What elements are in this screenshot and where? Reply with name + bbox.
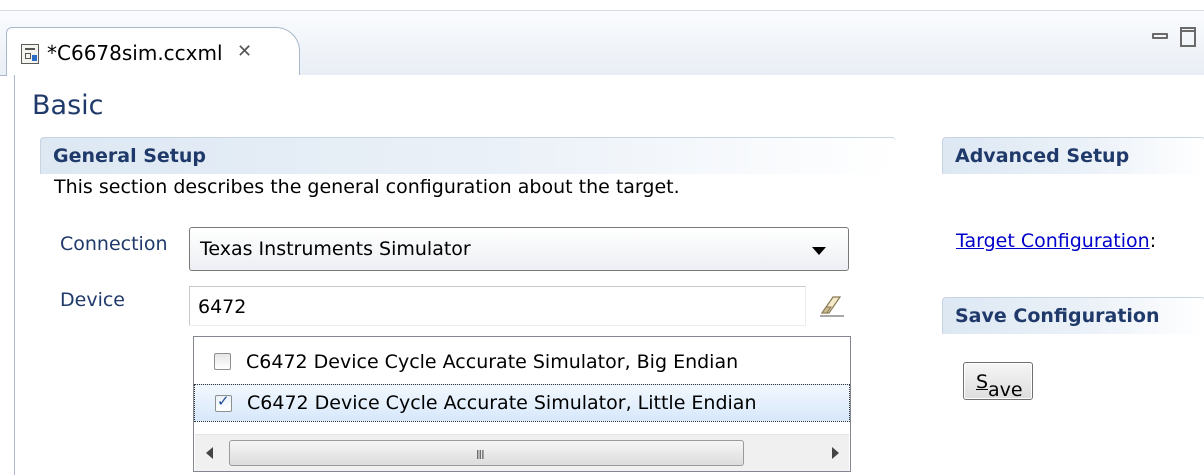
horizontal-scrollbar[interactable]: III: [195, 434, 849, 471]
general-setup-title: General Setup: [53, 145, 206, 167]
save-configuration-title: Save Configuration: [955, 305, 1160, 327]
save-button-label-rest: ave: [988, 379, 1023, 401]
general-setup-description: This section describes the general confi…: [54, 176, 680, 198]
device-list: C6472 Device Cycle Accurate Simulator, B…: [193, 336, 851, 472]
checkbox-little-endian[interactable]: [215, 392, 232, 412]
list-item-selected[interactable]: C6472 Device Cycle Accurate Simulator, L…: [194, 384, 850, 422]
device-filter-value: 6472: [198, 296, 247, 318]
editor-tab-title: *C6678sim.ccxml: [47, 41, 223, 65]
general-setup-header: General Setup: [40, 137, 896, 174]
save-button-mnemonic: S: [976, 371, 989, 393]
target-configuration-link-row: Target Configuration:: [956, 230, 1156, 252]
save-configuration-header: Save Configuration: [942, 297, 1204, 334]
minimize-icon[interactable]: [1152, 33, 1168, 39]
device-option-label: C6472 Device Cycle Accurate Simulator, L…: [247, 392, 757, 414]
editor-tab[interactable]: *C6678sim.ccxml ✕: [6, 27, 300, 76]
scroll-left-icon[interactable]: [206, 447, 213, 459]
page-title: Basic: [32, 90, 104, 121]
editor-tab-bar: *C6678sim.ccxml ✕: [0, 11, 1204, 76]
connection-label: Connection: [60, 233, 168, 255]
connection-select[interactable]: Texas Instruments Simulator: [189, 227, 849, 271]
top-strip: [0, 0, 1204, 10]
advanced-setup-title: Advanced Setup: [955, 145, 1130, 167]
close-icon[interactable]: ✕: [237, 41, 252, 62]
list-item[interactable]: C6472 Device Cycle Accurate Simulator, B…: [194, 342, 850, 380]
scrollbar-grip: III: [476, 448, 485, 462]
device-label: Device: [60, 289, 125, 311]
maximize-icon[interactable]: [1180, 27, 1196, 47]
ccxml-file-icon: [21, 44, 39, 64]
checkbox-big-endian[interactable]: [214, 353, 231, 370]
device-filter-input[interactable]: 6472: [189, 286, 806, 326]
device-option-label: C6472 Device Cycle Accurate Simulator, B…: [246, 351, 739, 373]
scrollbar-thumb[interactable]: III: [229, 440, 744, 466]
save-button-label: Save: [976, 371, 1023, 401]
target-configuration-link[interactable]: Target Configuration: [956, 230, 1150, 252]
save-button[interactable]: Save: [963, 362, 1033, 401]
eraser-icon[interactable]: [818, 294, 846, 318]
chevron-down-icon: [812, 247, 826, 255]
connection-value: Texas Instruments Simulator: [200, 238, 471, 260]
scroll-right-icon[interactable]: [832, 447, 839, 459]
advanced-setup-header: Advanced Setup: [942, 137, 1204, 174]
link-suffix: :: [1149, 230, 1157, 252]
